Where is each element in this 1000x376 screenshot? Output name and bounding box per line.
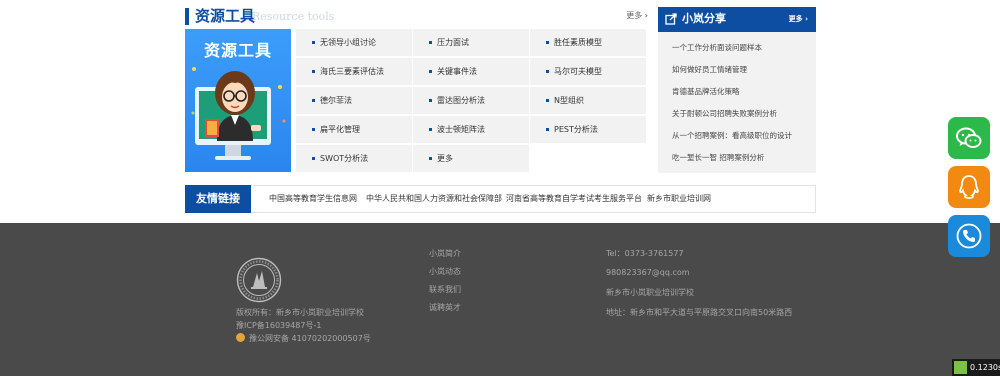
icp-link[interactable]: 豫ICP备16039487号-1 bbox=[236, 320, 321, 332]
resources-banner[interactable]: 资源工具 bbox=[185, 29, 291, 172]
resource-link[interactable]: 关键事件法 bbox=[413, 58, 530, 86]
friend-link[interactable]: 河南省高等教育自学考试考生服务平台 bbox=[506, 186, 642, 212]
footer-nav-contact[interactable]: 联系我们 bbox=[429, 284, 461, 296]
wechat-button[interactable] bbox=[948, 117, 990, 159]
friend-link[interactable]: 新乡市职业培训网 bbox=[647, 186, 711, 212]
friend-links-bar: 友情链接 中国高等教育学生信息网 中华人民共和国人力资源和社会保障部 河南省高等… bbox=[185, 185, 816, 213]
qq-icon bbox=[959, 175, 979, 199]
footer-nav-news[interactable]: 小岚动态 bbox=[429, 266, 461, 278]
site-footer: 版权所有：新乡市小岚职业培训学校 豫ICP备16039487号-1 豫公网安备 … bbox=[0, 223, 1000, 376]
share-item[interactable]: 吃一堑长一智 招聘案例分析 bbox=[672, 152, 764, 164]
footer-nav-about[interactable]: 小岚简介 bbox=[429, 248, 461, 260]
phone-icon bbox=[956, 223, 982, 249]
share-header: 小岚分享 更多 › bbox=[658, 7, 816, 32]
share-more-link[interactable]: 更多 › bbox=[789, 14, 808, 24]
share-item[interactable]: 关于耐顿公司招聘失败案例分析 bbox=[672, 108, 777, 120]
wechat-icon bbox=[956, 127, 982, 148]
resource-link[interactable]: 雷达图分析法 bbox=[413, 87, 530, 115]
more-arrow-icon: › bbox=[644, 11, 648, 20]
share-panel: 小岚分享 更多 › 一个工作分析面谈问题样本 如何做好员工情绪管理 肯德基品牌活… bbox=[658, 7, 816, 173]
resource-link[interactable]: 胜任素质模型 bbox=[530, 29, 647, 57]
phone-button[interactable] bbox=[948, 215, 990, 257]
police-record[interactable]: 豫公网安备 41070202000507号 bbox=[236, 333, 371, 345]
resource-link[interactable]: 波士顿矩阵法 bbox=[413, 116, 530, 144]
timer-badge: 0.1230s bbox=[952, 359, 1000, 376]
resources-title: 资源工具 bbox=[195, 7, 256, 25]
resource-link[interactable]: 压力面试 bbox=[413, 29, 530, 57]
contact-address: 地址：新乡市和平大道与平原路交叉口向南50米路西 bbox=[606, 308, 793, 317]
resources-grid: 无领导小组讨论 压力面试 胜任素质模型 海氏三要素评估法 关键事件法 马尔可夫模… bbox=[296, 29, 648, 173]
resources-subtitle: Resource tools bbox=[252, 10, 335, 23]
friend-links-title: 友情链接 bbox=[185, 185, 251, 213]
more-arrow-icon: › bbox=[805, 15, 808, 23]
leaf-icon bbox=[954, 361, 967, 374]
resource-link[interactable]: 德尔菲法 bbox=[296, 87, 413, 115]
resource-link[interactable]: SWOT分析法 bbox=[296, 145, 413, 173]
resource-link[interactable]: N型组织 bbox=[530, 87, 647, 115]
share-title: 小岚分享 bbox=[682, 12, 726, 25]
contact-school: 新乡市小岚职业培训学校 bbox=[606, 288, 694, 297]
share-item[interactable]: 从一个招聘案例：看高级职位的设计 bbox=[672, 130, 792, 142]
resources-more-link[interactable]: 更多 › bbox=[626, 10, 648, 22]
school-logo bbox=[236, 257, 282, 303]
qq-button[interactable] bbox=[948, 166, 990, 208]
resources-header: 资源工具 Resource tools 更多 › bbox=[185, 6, 648, 28]
share-more-label: 更多 bbox=[788, 15, 803, 23]
teacher-illustration bbox=[191, 67, 286, 160]
copyright-text: 版权所有：新乡市小岚职业培训学校 bbox=[236, 308, 364, 317]
resource-link[interactable]: 海氏三要素评估法 bbox=[296, 58, 413, 86]
resource-link[interactable]: 马尔可夫模型 bbox=[530, 58, 647, 86]
friend-link[interactable]: 中华人民共和国人力资源和社会保障部 bbox=[366, 186, 502, 212]
resource-link[interactable]: 无领导小组讨论 bbox=[296, 29, 413, 57]
resource-link[interactable]: PEST分析法 bbox=[530, 116, 647, 144]
police-record-text: 豫公网安备 41070202000507号 bbox=[249, 334, 371, 343]
friend-link[interactable]: 中国高等教育学生信息网 bbox=[269, 186, 357, 212]
footer-nav-jobs[interactable]: 诚聘英才 bbox=[429, 302, 461, 314]
resource-more-link[interactable]: 更多 bbox=[413, 145, 530, 173]
more-label: 更多 bbox=[626, 11, 643, 20]
share-item[interactable]: 一个工作分析面谈问题样本 bbox=[672, 42, 762, 54]
share-item[interactable]: 如何做好员工情绪管理 bbox=[672, 64, 747, 76]
police-badge-icon bbox=[236, 333, 245, 342]
main-content: 资源工具 Resource tools 更多 › 资源工具 无领导小组讨论 压力… bbox=[0, 0, 1000, 223]
share-item[interactable]: 肯德基品牌活化策略 bbox=[672, 86, 740, 98]
share-icon bbox=[665, 13, 677, 25]
contact-tel: Tel：0373-3761577 bbox=[606, 249, 684, 258]
title-accent-bar bbox=[185, 8, 189, 25]
contact-email: 980823367@qq.com bbox=[606, 268, 690, 277]
timer-value: 0.1230s bbox=[970, 363, 1000, 372]
resource-link[interactable]: 扁平化管理 bbox=[296, 116, 413, 144]
